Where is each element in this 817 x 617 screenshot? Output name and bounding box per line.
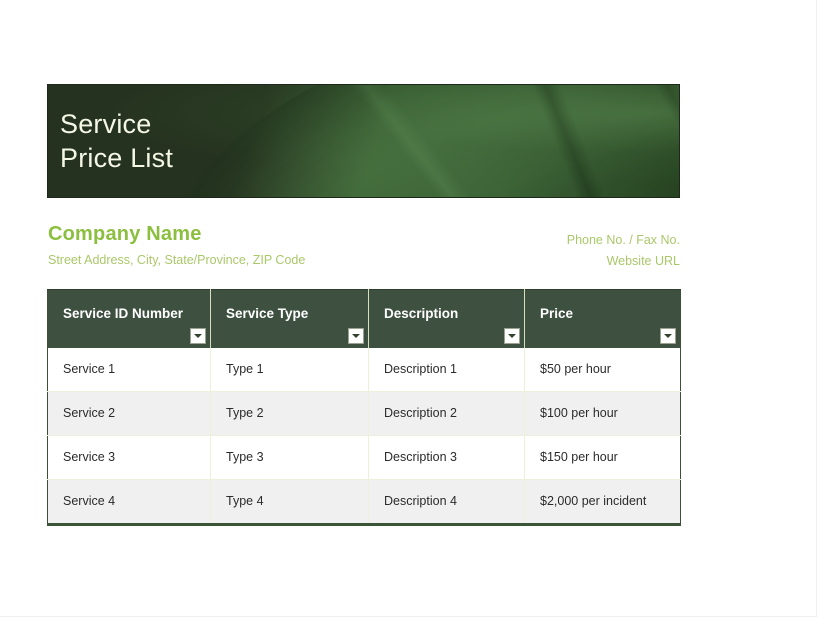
column-header-label: Service Type (226, 306, 309, 321)
cell-service-id: Service 1 (47, 347, 211, 392)
cell-price: $100 per hour (524, 391, 681, 436)
cell-price: $50 per hour (524, 347, 681, 392)
table-row[interactable]: Service 4 Type 4 Description 4 $2,000 pe… (47, 479, 681, 524)
table-row[interactable]: Service 2 Type 2 Description 2 $100 per … (47, 391, 681, 436)
cell-description: Description 3 (368, 435, 525, 480)
cell-price: $150 per hour (524, 435, 681, 480)
column-header-description[interactable]: Description (368, 289, 525, 348)
cell-service-type: Type 1 (210, 347, 369, 392)
column-header-label: Description (384, 306, 459, 321)
cell-service-id: Service 3 (47, 435, 211, 480)
cell-service-id: Service 2 (47, 391, 211, 436)
service-price-table: Service ID Number Service Type Descripti… (47, 289, 681, 526)
table-header-row: Service ID Number Service Type Descripti… (47, 289, 681, 348)
company-identity: Company Name Street Address, City, State… (48, 222, 305, 269)
cell-description: Description 1 (368, 347, 525, 392)
column-header-service-id[interactable]: Service ID Number (47, 289, 211, 348)
company-contact: Phone No. / Fax No. Website URL (567, 230, 680, 272)
cell-service-type: Type 2 (210, 391, 369, 436)
cell-price: $2,000 per incident (524, 479, 681, 524)
header-banner: Service Price List (47, 84, 680, 198)
filter-dropdown-icon[interactable] (190, 327, 206, 344)
company-info-block: Company Name Street Address, City, State… (47, 222, 680, 274)
cell-service-id: Service 4 (47, 479, 211, 524)
table-row[interactable]: Service 3 Type 3 Description 3 $150 per … (47, 435, 681, 480)
document-page: Service Price List Company Name Street A… (0, 0, 817, 617)
cell-service-type: Type 3 (210, 435, 369, 480)
company-website-url: Website URL (606, 254, 680, 268)
cell-description: Description 2 (368, 391, 525, 436)
company-address: Street Address, City, State/Province, ZI… (48, 253, 306, 267)
column-header-label: Price (540, 306, 574, 321)
filter-dropdown-icon[interactable] (348, 327, 364, 344)
cell-service-type: Type 4 (210, 479, 369, 524)
filter-dropdown-icon[interactable] (504, 327, 520, 344)
table-row[interactable]: Service 1 Type 1 Description 1 $50 per h… (47, 347, 681, 392)
company-name: Company Name (48, 223, 202, 245)
column-header-price[interactable]: Price (524, 289, 681, 348)
service-price-table-container: Service ID Number Service Type Descripti… (47, 289, 681, 526)
company-phone-fax: Phone No. / Fax No. (566, 233, 680, 247)
page-title: Service Price List (60, 109, 174, 173)
cell-description: Description 4 (368, 479, 525, 524)
filter-dropdown-icon[interactable] (660, 327, 676, 344)
column-header-service-type[interactable]: Service Type (210, 289, 369, 348)
column-header-label: Service ID Number (63, 306, 184, 321)
